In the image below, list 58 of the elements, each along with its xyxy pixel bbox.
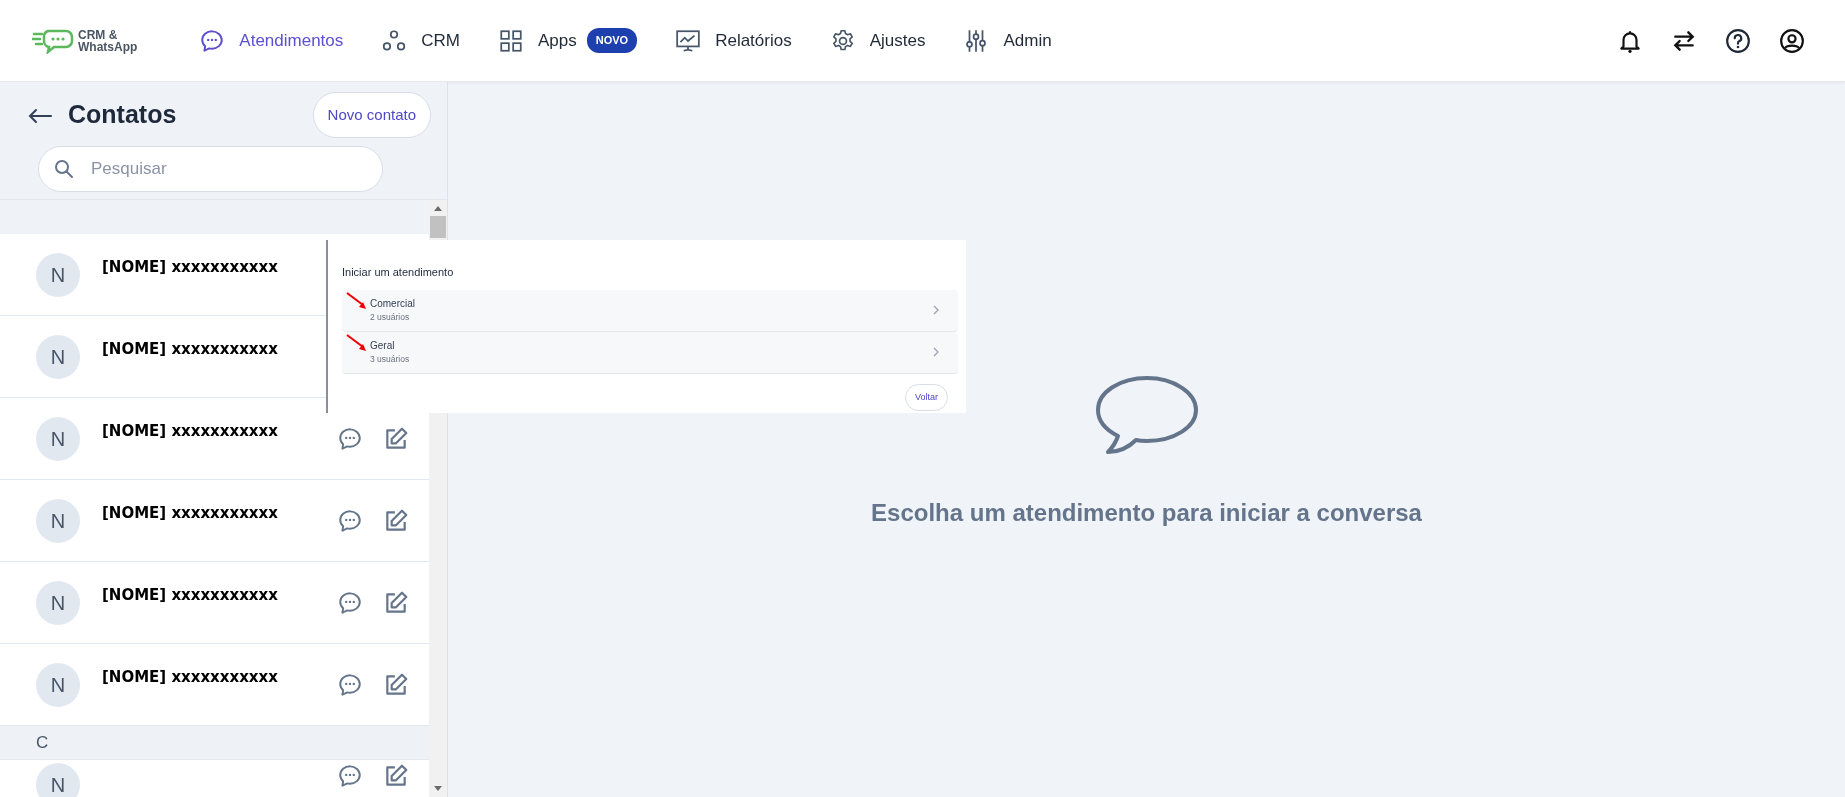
contact-name: [NOME] xxxxxxxxxxx	[102, 503, 278, 524]
queue-item[interactable]: Comercial 2 usuários	[342, 289, 958, 332]
new-contact-button[interactable]: Novo contato	[312, 91, 431, 139]
contact-row[interactable]: N [NOME] xxxxxxxxxxx	[0, 398, 429, 480]
queue-users: 3 usuários	[370, 353, 410, 366]
avatar: N	[36, 763, 80, 797]
nav-link[interactable]: Ajustes	[829, 27, 926, 54]
search-field[interactable]: Pesquisar	[38, 146, 383, 192]
avatar: N	[36, 334, 80, 379]
panel-title: Contatos	[68, 99, 177, 131]
contact-name: [NOME] xxxxxxxxxxx	[102, 585, 278, 606]
scroll-down-icon[interactable]	[433, 785, 443, 793]
queue-name: Comercial	[370, 297, 415, 312]
chat-bubble-icon[interactable]	[337, 507, 363, 534]
avatar: N	[36, 580, 80, 625]
logo-text: CRM & WhatsApp	[78, 28, 138, 53]
scroll-thumb[interactable]	[430, 216, 446, 238]
contact-row[interactable]: N [NOME] xxxxxxxxxxx	[0, 480, 429, 562]
help-icon[interactable]	[1725, 27, 1751, 54]
contact-row[interactable]: N [NOME] xxxxxxxxxxx	[0, 644, 429, 726]
nav-link[interactable]: Admin	[963, 27, 1052, 54]
back-button[interactable]: Voltar	[905, 383, 948, 411]
avatar: N	[36, 416, 80, 461]
contact-name: [NOME] xxxxxxxxxxx	[102, 421, 278, 442]
chat-bubble-icon[interactable]	[337, 763, 363, 789]
nav-link[interactable]: Relatórios	[675, 27, 792, 54]
grid-icon	[498, 27, 524, 54]
chevron-right-icon	[933, 305, 940, 315]
contact-name: [NOME] xxxxxxxxxxx	[102, 257, 278, 278]
avatar: N	[36, 498, 80, 543]
edit-icon[interactable]	[383, 589, 409, 616]
new-badge: NOVO	[586, 28, 638, 53]
chevron-right-icon	[933, 347, 940, 357]
presentation-chart-icon	[675, 27, 702, 54]
queue-name: Geral	[370, 339, 396, 354]
logo-chat-icon	[32, 27, 74, 54]
chat-bubble-icon[interactable]	[337, 425, 363, 452]
contact-name: [NOME] xxxxxxxxxxx	[102, 667, 278, 688]
user-circle-icon[interactable]	[1779, 27, 1805, 54]
edit-icon[interactable]	[383, 507, 409, 534]
search-icon	[54, 159, 74, 179]
chat-bubble-icon[interactable]	[337, 671, 363, 698]
queue-item[interactable]: Geral 3 usuários	[342, 331, 958, 374]
contact-row[interactable]: N [NOME] xxxxxxxxxxx	[0, 562, 429, 644]
contact-row[interactable]: N	[0, 760, 429, 797]
edit-icon[interactable]	[383, 425, 409, 452]
empty-state-message: Escolha um atendimento para iniciar a conversa	[871, 498, 1422, 528]
edit-icon[interactable]	[383, 763, 409, 789]
nav-link[interactable]: CRM	[381, 27, 460, 54]
nav-link[interactable]: Apps	[498, 27, 577, 54]
nav-link[interactable]: Atendimentos	[199, 27, 344, 54]
scroll-up-icon[interactable]	[433, 204, 443, 212]
contact-name: [NOME] xxxxxxxxxxx	[102, 339, 278, 360]
avatar: N	[36, 662, 80, 707]
avatar: N	[36, 252, 80, 297]
edit-icon[interactable]	[383, 671, 409, 698]
chat-bubble-icon[interactable]	[337, 589, 363, 616]
chat-bubble-icon	[199, 27, 226, 54]
